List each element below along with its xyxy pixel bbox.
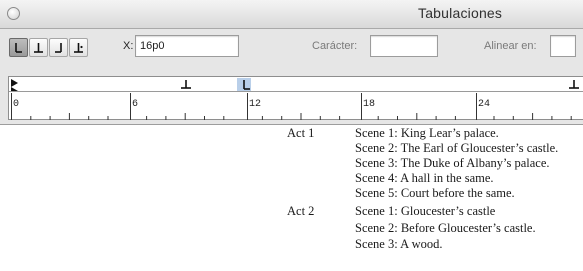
scene-text: Scene 1: King Lear’s palace. [355, 126, 499, 140]
text-line: Scene 2: Before Gloucester’s castle. [0, 221, 583, 236]
ruler-label: 6 [132, 99, 139, 110]
ruler-label: 0 [13, 99, 20, 110]
scene-text: Scene 2: Before Gloucester’s castle. [355, 221, 536, 235]
left-justified-tab-button[interactable] [9, 38, 28, 57]
center-justified-tab-button[interactable] [29, 38, 48, 57]
text-line: Act 2 Scene 1: Gloucester’s castle [0, 204, 583, 219]
scene-text: Scene 3: The Duke of Albany’s palace. [355, 156, 550, 170]
tab-ruler[interactable]: 0 6 12 18 24 [8, 76, 583, 120]
text-line: Act 1 Scene 1: King Lear’s palace. [0, 126, 583, 141]
tab-center-icon [34, 43, 43, 53]
left-indent-marker [11, 87, 18, 91]
first-line-indent-marker [11, 79, 18, 87]
act-label: Act 1 [287, 126, 315, 140]
leader-character-input[interactable] [370, 35, 438, 57]
act-label: Act 2 [287, 204, 315, 218]
text-line: Scene 2: The Earl of Gloucester’s castle… [0, 141, 583, 156]
tab-right-icon [55, 43, 62, 53]
tab-left-icon [15, 43, 22, 53]
ruler-label: 24 [478, 99, 491, 110]
leader-character-label: Carácter: [312, 40, 358, 52]
x-position-input[interactable] [135, 35, 239, 57]
tab-decimal-icon [74, 43, 83, 53]
tab-stop-marker [569, 80, 579, 89]
tab-stop-marker [181, 80, 191, 89]
document-text[interactable]: Act 1 Scene 1: King Lear’s palace. Scene … [0, 124, 583, 271]
ruler-minor-ticks [30, 113, 572, 120]
window-title: Tabulaciones [418, 5, 503, 21]
scene-text: Scene 1: Gloucester’s castle [355, 204, 496, 218]
scene-text: Scene 4: A hall in the same. [355, 171, 494, 185]
text-line: Scene 3: The Duke of Albany’s palace. [0, 156, 583, 171]
x-position-label: X: [123, 40, 134, 52]
tab-controls: X: Carácter: Alinear en: [0, 29, 583, 73]
text-line: Scene 4: A hall in the same. [0, 171, 583, 186]
align-to-decimal-tab-button[interactable] [69, 38, 88, 57]
scene-text: Scene 5: Court before the same. [355, 186, 515, 200]
align-on-label: Alinear en: [484, 40, 537, 52]
scene-text: Scene 2: The Earl of Gloucester’s castle… [355, 141, 559, 155]
text-line: Scene 5: Court before the same. [0, 186, 583, 201]
scene-text: Scene 3: A wood. [355, 237, 443, 251]
ruler-label: 18 [363, 99, 376, 110]
align-on-input[interactable] [550, 35, 576, 57]
ruler-label: 12 [249, 99, 262, 110]
text-line: Scene 3: A wood. [0, 237, 583, 252]
ruler-graphics [9, 78, 583, 120]
tabs-panel: Tabulaciones X: 16p0 Carácter: Alinear e… [0, 0, 583, 125]
tab-stop-marker-selected [237, 78, 251, 91]
close-button[interactable] [7, 7, 20, 20]
title-bar[interactable]: Tabulaciones [0, 0, 583, 29]
right-justified-tab-button[interactable] [49, 38, 68, 57]
